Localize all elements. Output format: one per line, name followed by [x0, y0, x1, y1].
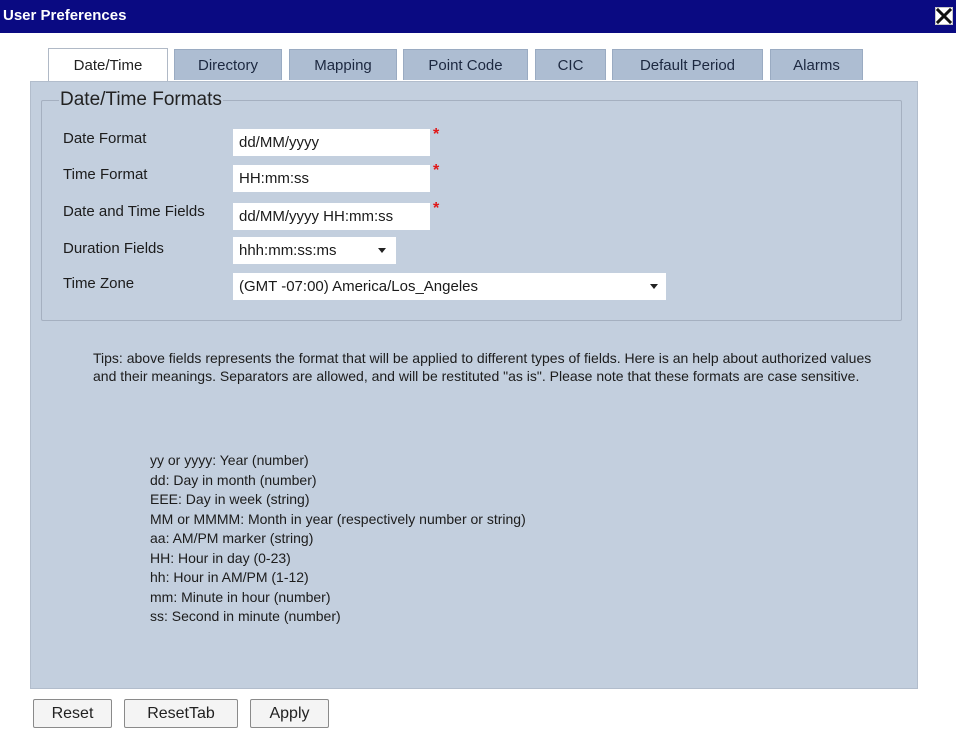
- date-time-fields-label: Date and Time Fields: [63, 203, 205, 220]
- tab-mapping[interactable]: Mapping: [289, 49, 397, 80]
- required-marker: *: [433, 126, 440, 143]
- tab-directory[interactable]: Directory: [174, 49, 282, 80]
- reset-tab-button[interactable]: ResetTab: [124, 699, 238, 728]
- tab-point-code[interactable]: Point Code: [403, 49, 528, 80]
- help-line: MM or MMMM: Month in year (respectively …: [150, 510, 526, 527]
- close-icon[interactable]: [935, 7, 953, 25]
- time-zone-select[interactable]: (GMT -07:00) America/Los_Angeles: [233, 273, 666, 300]
- date-time-fields-input[interactable]: dd/MM/yyyy HH:mm:ss: [233, 203, 430, 230]
- format-help-list: yy or yyyy: Year (number) dd: Day in mon…: [150, 451, 526, 627]
- tab-bar: Date/Time Directory Mapping Point Code C…: [0, 48, 956, 81]
- required-marker: *: [433, 162, 440, 179]
- time-zone-label: Time Zone: [63, 275, 135, 292]
- window-title: User Preferences: [3, 7, 127, 24]
- date-format-input[interactable]: dd/MM/yyyy: [233, 129, 430, 156]
- chevron-down-icon[interactable]: [378, 248, 386, 253]
- chevron-down-icon[interactable]: [650, 284, 658, 289]
- tab-panel: Date/Time Formats Date Format dd/MM/yyyy…: [30, 81, 918, 689]
- required-marker: *: [433, 200, 440, 217]
- duration-fields-value: hhh:mm:ss:ms: [239, 242, 337, 259]
- reset-button[interactable]: Reset: [33, 699, 112, 728]
- time-zone-value: (GMT -07:00) America/Los_Angeles: [239, 278, 478, 295]
- tab-cic[interactable]: CIC: [535, 49, 606, 80]
- time-format-input[interactable]: HH:mm:ss: [233, 165, 430, 192]
- section-title: Date/Time Formats: [60, 89, 222, 110]
- help-line: hh: Hour in AM/PM (1-12): [150, 569, 309, 585]
- help-line: yy or yyyy: Year (number): [150, 452, 309, 468]
- title-bar: User Preferences: [0, 0, 956, 33]
- help-line: HH: Hour in day (0-23): [150, 549, 291, 566]
- date-format-label: Date Format: [63, 130, 147, 147]
- tab-alarms[interactable]: Alarms: [770, 49, 863, 80]
- help-line: EEE: Day in week (string): [150, 491, 310, 507]
- duration-fields-label: Duration Fields: [63, 240, 164, 257]
- help-line: ss: Second in minute (number): [150, 608, 341, 624]
- help-line: dd: Day in month (number): [150, 471, 317, 488]
- help-line: mm: Minute in hour (number): [150, 588, 331, 605]
- tab-date-time[interactable]: Date/Time: [48, 48, 168, 81]
- tab-default-period[interactable]: Default Period: [612, 49, 763, 80]
- duration-fields-select[interactable]: hhh:mm:ss:ms: [233, 237, 396, 264]
- apply-button[interactable]: Apply: [250, 699, 329, 728]
- tips-text: Tips: above fields represents the format…: [93, 350, 872, 384]
- help-line: aa: AM/PM marker (string): [150, 530, 314, 546]
- time-format-label: Time Format: [63, 166, 148, 183]
